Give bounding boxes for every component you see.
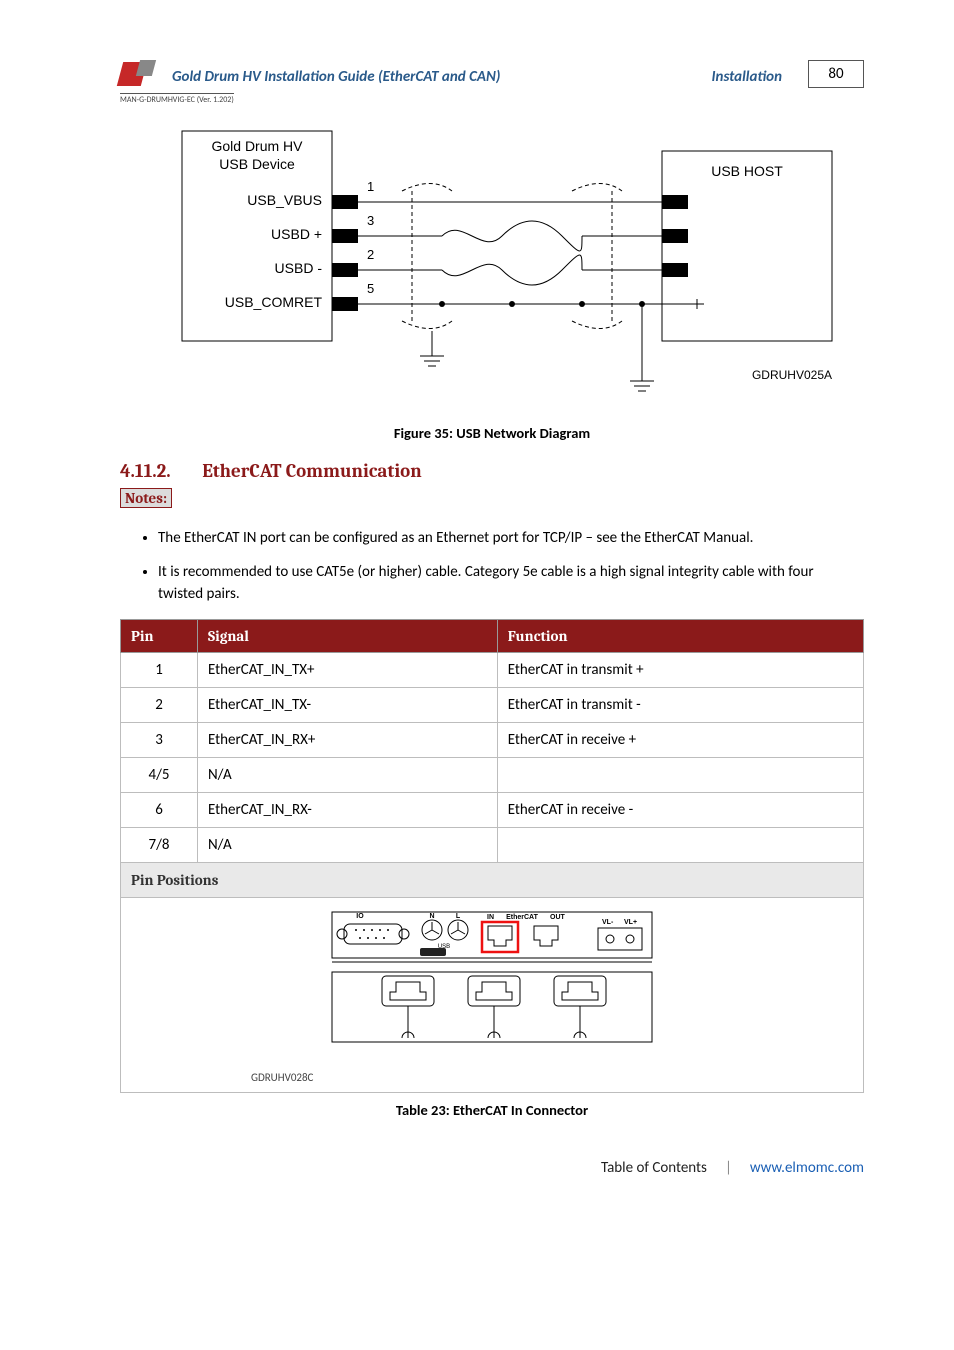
cell-pin: 6 [121, 793, 198, 828]
host-label: USB HOST [711, 163, 783, 179]
cell-signal: N/A [198, 828, 498, 863]
figure-35-caption: Figure 35: USB Network Diagram [120, 424, 864, 442]
svg-text:IO: IO [356, 913, 364, 920]
usb-network-diagram: Gold Drum HV USB Device USB HOST USB_VBU… [142, 121, 842, 411]
cell-function [497, 758, 863, 793]
svg-text:L: L [456, 913, 461, 920]
table-drawing-code: GDRUHV028C [251, 1071, 853, 1084]
svg-text:EtherCAT: EtherCAT [506, 914, 538, 921]
cell-signal: EtherCAT_IN_RX+ [198, 723, 498, 758]
pin-3: 3 [367, 213, 374, 228]
device-label-line2: USB Device [219, 156, 295, 172]
table-row: 1 EtherCAT_IN_TX+ EtherCAT in transmit + [121, 653, 864, 688]
figure-35: Gold Drum HV USB Device USB HOST USB_VBU… [120, 121, 864, 416]
svg-text:VL+: VL+ [624, 919, 637, 926]
cell-pin: 3 [121, 723, 198, 758]
section-title: EtherCAT Communication [202, 460, 422, 482]
pin-positions-label: Pin Positions [121, 863, 864, 898]
notes-label: Notes: [120, 488, 172, 508]
note-item: It is recommended to use CAT5e (or highe… [158, 562, 864, 606]
th-function: Function [497, 620, 863, 653]
cell-signal: N/A [198, 758, 498, 793]
pin-positions-header: Pin Positions [121, 863, 864, 898]
cell-pin: 7/8 [121, 828, 198, 863]
section-label: Installation [712, 68, 792, 88]
th-pin: Pin [121, 620, 198, 653]
cell-function [497, 828, 863, 863]
ethercat-in-table: Pin Signal Function 1 EtherCAT_IN_TX+ Et… [120, 619, 864, 1093]
svg-text:N: N [429, 913, 434, 920]
table-row: 4/5 N/A [121, 758, 864, 793]
website-link[interactable]: www.elmomc.com [750, 1159, 864, 1177]
cell-pin: 1 [121, 653, 198, 688]
note-item: The EtherCAT IN port can be configured a… [158, 528, 864, 550]
table-23-caption: Table 23: EtherCAT In Connector [120, 1101, 864, 1119]
pin-2: 2 [367, 247, 374, 262]
doc-title: Gold Drum HV Installation Guide (EtherCA… [170, 68, 704, 88]
page-header: Gold Drum HV Installation Guide (EtherCA… [120, 60, 864, 88]
page-number: 80 [808, 60, 864, 88]
pin-positions-diagram-row: IO N L U [121, 898, 864, 1093]
table-row: 7/8 N/A [121, 828, 864, 863]
cell-pin: 4/5 [121, 758, 198, 793]
cell-function: EtherCAT in transmit + [497, 653, 863, 688]
notes-list: The EtherCAT IN port can be configured a… [140, 528, 864, 605]
figure-drawing-code: GDRUHV025A [752, 368, 832, 382]
pin-5: 5 [367, 281, 374, 296]
cell-signal: EtherCAT_IN_TX+ [198, 653, 498, 688]
toc-link[interactable]: Table of Contents [601, 1159, 707, 1177]
table-row: 6 EtherCAT_IN_RX- EtherCAT in receive - [121, 793, 864, 828]
sig-comret: USB_COMRET [225, 294, 323, 310]
cell-function: EtherCAT in transmit - [497, 688, 863, 723]
cell-signal: EtherCAT_IN_RX- [198, 793, 498, 828]
section-number: 4.11.2. [120, 460, 198, 482]
svg-text:IN: IN [487, 914, 494, 921]
section-heading: 4.11.2. EtherCAT Communication [120, 460, 864, 482]
cell-signal: EtherCAT_IN_TX- [198, 688, 498, 723]
sig-vbus: USB_VBUS [247, 192, 322, 208]
pin-1: 1 [367, 179, 374, 194]
cell-function: EtherCAT in receive + [497, 723, 863, 758]
footer-separator: | [725, 1159, 732, 1177]
table-row: 3 EtherCAT_IN_RX+ EtherCAT in receive + [121, 723, 864, 758]
th-signal: Signal [198, 620, 498, 653]
connector-panel-diagram: IO N L U [272, 906, 712, 1056]
cell-function: EtherCAT in receive - [497, 793, 863, 828]
table-row: 2 EtherCAT_IN_TX- EtherCAT in transmit - [121, 688, 864, 723]
svg-text:OUT: OUT [550, 914, 566, 921]
page-footer: Table of Contents | www.elmomc.com [120, 1159, 864, 1177]
sig-dminus: USBD - [275, 260, 323, 276]
sig-dplus: USBD + [271, 226, 322, 242]
device-label-line1: Gold Drum HV [211, 138, 303, 154]
doc-code: MAN-G-DRUMHVIG-EC (Ver. 1.202) [120, 93, 234, 105]
svg-text:VL-: VL- [602, 919, 614, 926]
cell-pin: 2 [121, 688, 198, 723]
brand-logo [120, 60, 162, 88]
